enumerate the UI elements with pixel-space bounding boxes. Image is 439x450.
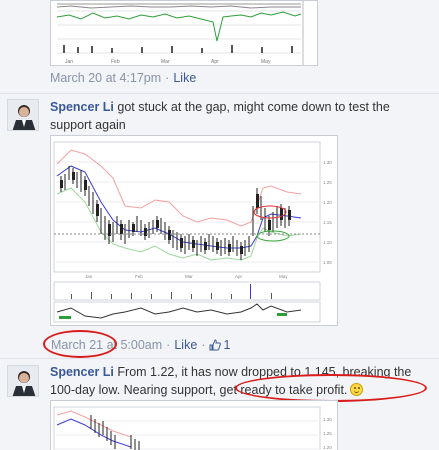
timestamp-link[interactable]: March 21 at 5:00am <box>51 338 162 352</box>
svg-text:May: May <box>261 59 271 65</box>
svg-text:Feb: Feb <box>135 274 143 279</box>
svg-text:Jan: Jan <box>65 59 73 65</box>
chart-image-middle[interactable]: 1.30 1.25 1.20 1.15 1.10 1.05 Jan Feb Mar Apr… <box>50 135 338 326</box>
timestamp-link[interactable]: March 20 at 4:17pm <box>50 71 161 85</box>
like-count[interactable]: 1 <box>209 338 230 352</box>
post-meta-2: March 21 at 5:00am · Like · 1 <box>51 338 230 352</box>
svg-text:1.30: 1.30 <box>323 417 332 422</box>
svg-text:1.30: 1.30 <box>323 160 332 165</box>
like-link[interactable]: Like <box>173 71 196 85</box>
svg-text:1.20: 1.20 <box>323 200 332 205</box>
svg-text:1.10: 1.10 <box>323 240 332 245</box>
meta-separator: · <box>201 338 206 352</box>
comment-body: Spencer Li got stuck at the gap, might c… <box>50 98 430 134</box>
author-link[interactable]: Spencer Li <box>50 100 114 114</box>
svg-text:1.25: 1.25 <box>323 431 332 436</box>
svg-text:1.20: 1.20 <box>323 445 332 450</box>
comment-body: Spencer Li From 1.22, it has now dropped… <box>50 363 430 399</box>
thumbs-up-icon <box>209 339 222 351</box>
like-link[interactable]: Like <box>174 338 197 352</box>
comment-divider <box>0 93 439 94</box>
avatar-photo-icon <box>8 100 38 130</box>
chart-image-top[interactable]: Jan Feb Mar Apr May <box>50 0 318 66</box>
svg-text:Jan: Jan <box>85 274 93 279</box>
meta-separator: · <box>165 71 170 85</box>
svg-text:Apr: Apr <box>235 274 243 279</box>
avatar[interactable] <box>7 365 39 397</box>
smiley-icon <box>350 383 364 396</box>
svg-text:1.05: 1.05 <box>323 260 332 265</box>
svg-text:May: May <box>279 274 288 279</box>
author-link[interactable]: Spencer Li <box>50 365 114 379</box>
chart-graphic-bottom: 1.30 1.25 1.20 <box>51 401 337 450</box>
svg-text:1.25: 1.25 <box>323 180 332 185</box>
svg-text:Mar: Mar <box>161 59 170 65</box>
chart-image-bottom[interactable]: 1.30 1.25 1.20 <box>50 400 338 450</box>
comment-divider <box>0 358 439 359</box>
comment-text-highlight: get ready to take profit. <box>219 383 348 397</box>
meta-separator: · <box>166 338 171 352</box>
post-meta-1: March 20 at 4:17pm · Like <box>50 71 196 85</box>
svg-text:1.15: 1.15 <box>323 220 332 225</box>
avatar-photo-icon <box>8 366 38 396</box>
svg-text:Mar: Mar <box>185 274 193 279</box>
chart-graphic-top: Jan Feb Mar Apr May <box>51 1 317 65</box>
chart-graphic-middle: 1.30 1.25 1.20 1.15 1.10 1.05 Jan Feb Mar Apr… <box>51 136 337 325</box>
avatar[interactable] <box>7 99 39 131</box>
comment-feed: Jan Feb Mar Apr May March 20 at 4:17pm · Like … <box>0 0 439 450</box>
svg-text:Apr: Apr <box>211 59 219 65</box>
like-count-value: 1 <box>223 338 231 352</box>
svg-text:Feb: Feb <box>111 59 120 65</box>
